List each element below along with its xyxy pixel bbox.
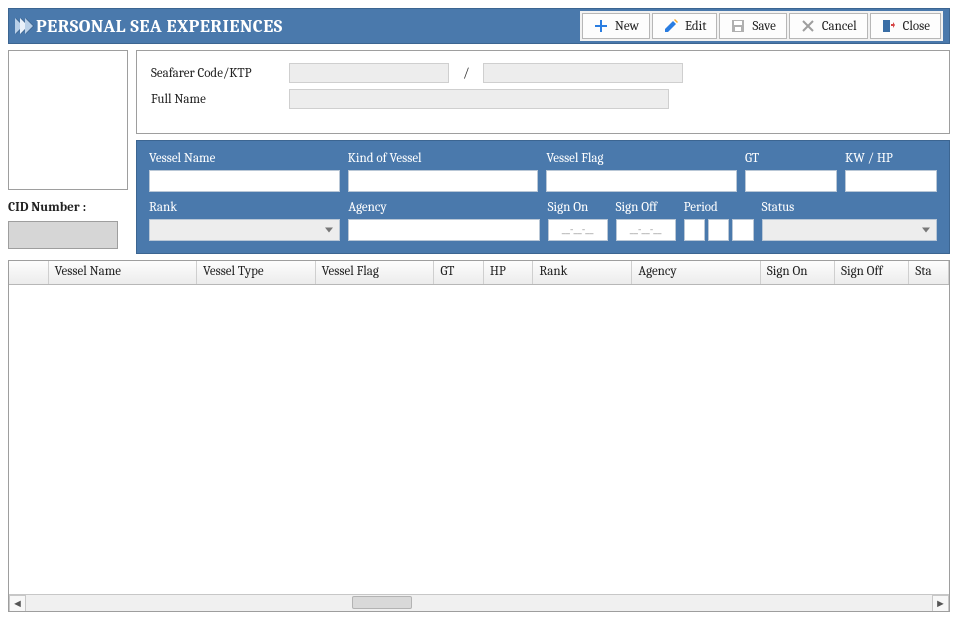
chevrons-icon — [15, 18, 30, 34]
seafarer-code-label: Seafarer Code/KTP — [151, 66, 281, 81]
period-label: Period — [684, 200, 754, 215]
kw-hp-input[interactable] — [845, 170, 937, 192]
new-button-label: New — [615, 19, 639, 34]
grid-col-vessel_type[interactable]: Vessel Type — [197, 261, 316, 284]
grid-col-agency[interactable]: Agency — [632, 261, 761, 284]
status-label: Status — [762, 200, 937, 215]
agency-input[interactable] — [348, 219, 539, 241]
plus-icon — [593, 18, 609, 34]
kind-of-vessel-label: Kind of Vessel — [348, 151, 539, 166]
new-button[interactable]: New — [582, 13, 650, 39]
scroll-right-icon[interactable]: ► — [932, 595, 949, 612]
gt-label: GT — [745, 151, 837, 166]
grid-col-sign_off[interactable]: Sign Off — [835, 261, 909, 284]
floppy-icon — [730, 18, 746, 34]
fullname-row: Full Name — [151, 89, 935, 109]
vessel-row-1: Vessel Name Kind of Vessel Vessel Flag G… — [149, 151, 937, 192]
left-column: CID Number : — [8, 50, 128, 254]
experiences-grid[interactable]: Vessel NameVessel TypeVessel FlagGTHPRan… — [8, 260, 950, 612]
right-column: Seafarer Code/KTP / Full Name Vessel Nam… — [136, 50, 950, 254]
seafarer-ktp-field — [483, 63, 683, 83]
period-y-input[interactable] — [684, 219, 705, 241]
scroll-left-icon[interactable]: ◄ — [9, 595, 26, 612]
grid-col-status[interactable]: Sta — [909, 261, 949, 284]
cid-label: CID Number : — [8, 200, 128, 215]
sign-off-label: Sign Off — [616, 200, 676, 215]
grid-col-sign_on[interactable]: Sign On — [761, 261, 835, 284]
sign-on-label: Sign On — [548, 200, 608, 215]
vessel-flag-label: Vessel Flag — [546, 151, 737, 166]
seafarer-panel: Seafarer Code/KTP / Full Name — [136, 50, 950, 134]
save-button-label: Save — [752, 19, 775, 34]
title-bar: PERSONAL SEA EXPERIENCES New Edit Save C… — [8, 8, 950, 44]
grid-col-selector[interactable] — [9, 261, 49, 284]
close-button-label: Close — [903, 19, 930, 34]
grid-col-vessel_name[interactable]: Vessel Name — [49, 261, 197, 284]
grid-h-scrollbar[interactable]: ◄ ► — [9, 594, 949, 611]
vessel-row-2: Rank Agency Sign On __-__-__ Sign Off __… — [149, 200, 937, 241]
scroll-thumb[interactable] — [352, 596, 412, 609]
fullname-label: Full Name — [151, 92, 281, 107]
gt-input[interactable] — [745, 170, 837, 192]
save-button[interactable]: Save — [719, 13, 786, 39]
cancel-button-label: Cancel — [822, 19, 857, 34]
grid-col-vessel_flag[interactable]: Vessel Flag — [316, 261, 435, 284]
period-d-input[interactable] — [732, 219, 753, 241]
door-exit-icon — [881, 18, 897, 34]
rank-label: Rank — [149, 200, 340, 215]
vessel-name-input[interactable] — [149, 170, 340, 192]
scroll-track[interactable] — [26, 595, 932, 611]
edit-button[interactable]: Edit — [652, 13, 718, 39]
rank-combo[interactable] — [149, 219, 340, 241]
edit-button-label: Edit — [685, 19, 707, 34]
grid-col-gt[interactable]: GT — [434, 261, 484, 284]
cancel-icon — [800, 18, 816, 34]
toolbar: New Edit Save Cancel Close — [580, 11, 943, 41]
period-m-input[interactable] — [708, 219, 729, 241]
status-combo[interactable] — [762, 219, 937, 241]
photo-placeholder — [8, 50, 128, 190]
code-separator: / — [457, 66, 475, 81]
cid-field[interactable] — [8, 221, 118, 249]
seafarer-code-field — [289, 63, 449, 83]
pencil-icon — [663, 18, 679, 34]
agency-label: Agency — [348, 200, 539, 215]
vessel-flag-input[interactable] — [546, 170, 737, 192]
body-row: CID Number : Seafarer Code/KTP / Full Na… — [8, 50, 950, 254]
sign-off-input[interactable]: __-__-__ — [616, 219, 676, 241]
grid-col-hp[interactable]: HP — [484, 261, 534, 284]
period-fields — [684, 219, 754, 241]
vessel-name-label: Vessel Name — [149, 151, 340, 166]
close-button[interactable]: Close — [870, 13, 941, 39]
sign-on-input[interactable]: __-__-__ — [548, 219, 608, 241]
vessel-panel: Vessel Name Kind of Vessel Vessel Flag G… — [136, 140, 950, 254]
title-bar-left: PERSONAL SEA EXPERIENCES — [15, 16, 283, 37]
page-title: PERSONAL SEA EXPERIENCES — [36, 16, 283, 37]
cancel-button[interactable]: Cancel — [789, 13, 868, 39]
grid-header-row: Vessel NameVessel TypeVessel FlagGTHPRan… — [9, 261, 949, 285]
kw-hp-label: KW / HP — [845, 151, 937, 166]
grid-col-rank[interactable]: Rank — [533, 261, 632, 284]
seafarer-code-row: Seafarer Code/KTP / — [151, 63, 935, 83]
kind-of-vessel-input[interactable] — [348, 170, 539, 192]
fullname-field — [289, 89, 669, 109]
